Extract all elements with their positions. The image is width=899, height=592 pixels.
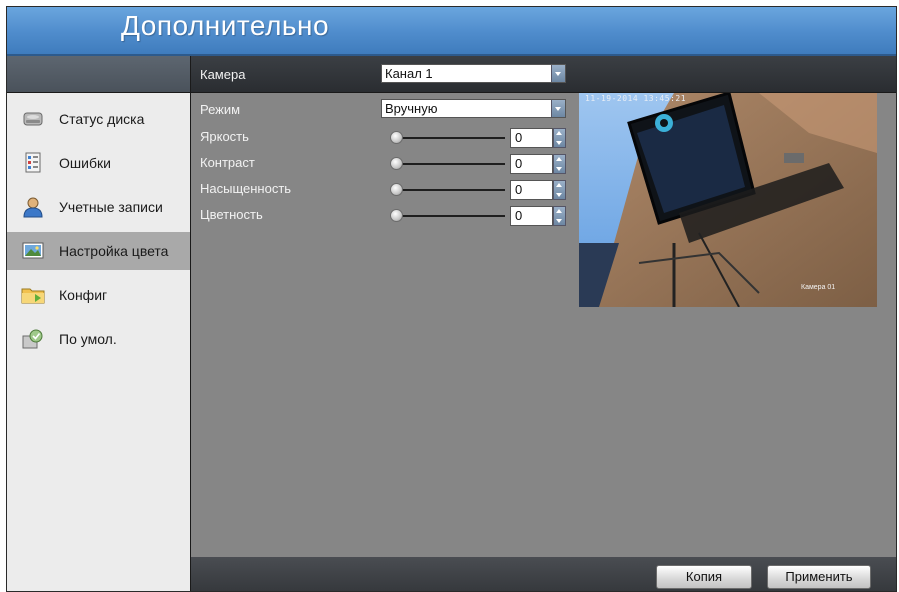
spin-arrows-icon[interactable]	[553, 206, 566, 226]
slider-track	[394, 189, 505, 191]
contrast-label: Контраст	[200, 155, 255, 170]
contrast-value[interactable]: 0	[510, 154, 553, 174]
sidebar-item-defaults[interactable]: По умол.	[7, 320, 190, 358]
copy-button[interactable]: Копия	[656, 565, 752, 589]
folder-config-icon	[21, 284, 45, 306]
spin-arrows-icon[interactable]	[553, 128, 566, 148]
disk-icon	[21, 108, 45, 130]
slider-handle[interactable]	[390, 131, 403, 144]
sidebar-item-label: Учетные записи	[59, 199, 163, 215]
hue-value[interactable]: 0	[510, 206, 553, 226]
error-log-icon	[21, 152, 45, 174]
slider-track	[394, 137, 505, 139]
saturation-label: Насыщенность	[200, 181, 292, 196]
mode-select-value: Вручную	[385, 101, 438, 116]
sidebar-item-config[interactable]: Конфиг	[7, 276, 190, 314]
slider-track	[394, 163, 505, 165]
mode-select[interactable]: Вручную	[381, 99, 566, 118]
slider-handle[interactable]	[390, 183, 403, 196]
user-icon	[21, 196, 45, 218]
saturation-spinbox[interactable]: 0	[510, 180, 566, 200]
sidebar-item-accounts[interactable]: Учетные записи	[7, 188, 190, 226]
chevron-down-icon[interactable]	[551, 65, 565, 82]
brightness-spinbox[interactable]: 0	[510, 128, 566, 148]
slider-handle[interactable]	[390, 157, 403, 170]
advanced-settings-window: Дополнительно Статус диска Ошибки Учетны…	[6, 6, 897, 592]
slider-handle[interactable]	[390, 209, 403, 222]
slider-track	[394, 215, 505, 217]
camera-preview: 11-19-2014 13:45:21 Камера 01	[579, 93, 877, 307]
saturation-value[interactable]: 0	[510, 180, 553, 200]
preview-camera-label: Камера 01	[801, 284, 836, 291]
title-bar: Дополнительно	[7, 7, 896, 56]
brightness-label: Яркость	[200, 129, 249, 144]
apply-button[interactable]: Применить	[767, 565, 871, 589]
sidebar-item-label: Настройка цвета	[59, 243, 169, 259]
sidebar-header	[7, 56, 191, 92]
spin-arrows-icon[interactable]	[553, 154, 566, 174]
hue-slider[interactable]	[390, 209, 505, 223]
sidebar-item-color-settings[interactable]: Настройка цвета	[7, 232, 190, 270]
spin-arrows-icon[interactable]	[553, 180, 566, 200]
hue-label: Цветность	[200, 207, 263, 222]
sidebar-item-errors[interactable]: Ошибки	[7, 144, 190, 182]
sidebar-item-label: Статус диска	[59, 111, 145, 127]
sidebar-item-label: По умол.	[59, 331, 117, 347]
sidebar-item-label: Ошибки	[59, 155, 111, 171]
contrast-slider[interactable]	[390, 157, 505, 171]
camera-label: Камера	[200, 67, 246, 82]
hue-spinbox[interactable]: 0	[510, 206, 566, 226]
camera-select-value: Канал 1	[385, 66, 433, 81]
preview-timestamp: 11-19-2014 13:45:21	[585, 94, 687, 103]
sidebar-item-label: Конфиг	[59, 287, 108, 303]
defaults-icon	[21, 328, 45, 350]
mode-label: Режим	[200, 102, 241, 117]
chevron-down-icon[interactable]	[551, 100, 565, 117]
brightness-value[interactable]: 0	[510, 128, 553, 148]
image-color-icon	[21, 240, 45, 262]
contrast-spinbox[interactable]: 0	[510, 154, 566, 174]
brightness-slider[interactable]	[390, 131, 505, 145]
sidebar: Статус диска Ошибки Учетные записи Настр…	[7, 93, 191, 591]
sidebar-item-disk-status[interactable]: Статус диска	[7, 100, 190, 138]
camera-select[interactable]: Канал 1	[381, 64, 566, 83]
window-title: Дополнительно	[121, 10, 330, 41]
preview-image	[579, 93, 877, 307]
saturation-slider[interactable]	[390, 183, 505, 197]
